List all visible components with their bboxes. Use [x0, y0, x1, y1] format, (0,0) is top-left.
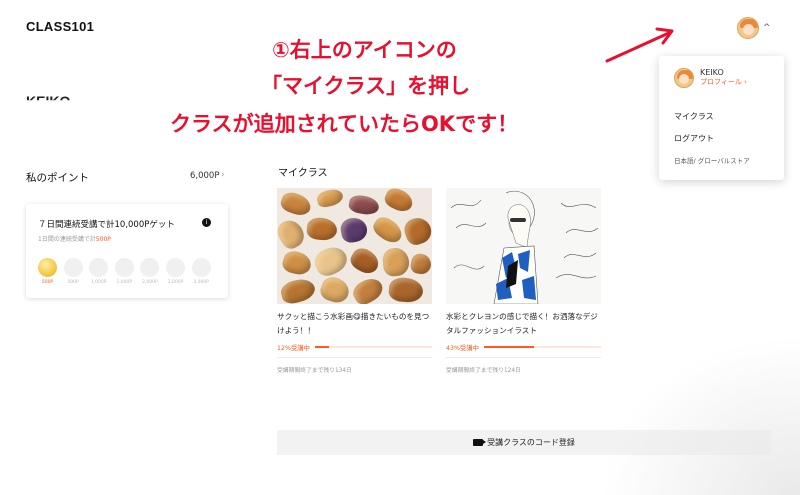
annotation-arrow-icon — [605, 27, 674, 63]
streak-day-label: 500P — [41, 280, 54, 285]
fashion-illustration — [450, 190, 599, 304]
class-name[interactable]: サクッと描こう水彩画😋描きたいものを見つけよう！！ — [277, 310, 432, 338]
streak-card-title: ７日間連続受講で計10,000Pゲット — [38, 220, 175, 230]
pastry-shape — [381, 246, 411, 278]
streak-day-circle — [114, 258, 134, 277]
pastry-shape — [349, 273, 387, 304]
pastry-shape — [277, 215, 309, 253]
profile-link[interactable]: プロフィール › — [700, 77, 747, 87]
streak-day-circle — [63, 258, 83, 277]
remaining-days: 受講期間終了まで残り134日 — [277, 368, 352, 374]
class-card[interactable]: サクッと描こう水彩画😋描きたいものを見つけよう！！ 12%受講中 受講期間終了ま… — [277, 188, 432, 374]
corner-fade — [600, 335, 800, 495]
streak-card: ７日間連続受講で計10,000Pゲット i 1日間の連続受講で計500P 500… — [26, 204, 228, 298]
pastry-shape — [409, 252, 432, 276]
annotation-line-1: ①右上のアイコンの — [272, 38, 457, 62]
pastry-shape — [317, 273, 353, 304]
streak-sub-highlight: 500P — [95, 236, 111, 243]
streak-day-label: 2,000P — [167, 280, 184, 285]
class-thumbnail-fashion[interactable] — [446, 188, 601, 304]
pastry-shape — [347, 244, 383, 278]
progress-track — [314, 346, 432, 348]
pastry-shape — [278, 189, 314, 219]
remaining-days: 受講期間終了まで残り124日 — [446, 368, 521, 374]
streak-day-circle — [89, 258, 109, 277]
class-name[interactable]: 水彩とクレヨンの感じで描く！お洒落なデジタルファッションイラスト — [446, 310, 601, 338]
streak-sub-prefix: 1日間の連続受講で計 — [38, 236, 96, 243]
dropdown-avatar — [674, 68, 694, 88]
pastry-shape — [280, 248, 314, 278]
annotation-line-2: 「マイクラス」を押し — [261, 74, 471, 98]
progress-track — [483, 346, 601, 348]
pastry-shape — [369, 213, 407, 247]
streak-day-label: 2,000P — [142, 280, 158, 285]
info-icon[interactable]: i — [202, 218, 211, 227]
class-progress: 43%受講中 — [446, 342, 601, 352]
progress-label: 12%受講中 — [277, 344, 310, 352]
avatar[interactable] — [737, 17, 759, 39]
streak-day-label: 1,000P — [116, 280, 133, 285]
streak-day-circle — [166, 258, 185, 277]
chevron-up-icon[interactable]: ^ — [763, 23, 771, 33]
progress-fill — [483, 346, 535, 348]
pastry-shape — [401, 214, 432, 248]
annotation-line-3: クラスが追加されていたらOKです！ — [170, 112, 519, 136]
avatar-face — [743, 24, 754, 35]
register-class-code-label: 受講クラスのコード登録 — [487, 438, 575, 447]
streak-day-circle — [38, 258, 57, 277]
pastry-shape — [306, 216, 338, 242]
pastry-shape — [347, 193, 381, 217]
menu-item-logout[interactable]: ログアウト — [674, 133, 714, 144]
streak-day-label: 1,000P — [90, 280, 107, 285]
divider — [277, 357, 432, 358]
pastry-shape — [382, 188, 416, 215]
streak-day-circle — [140, 258, 160, 277]
pastry-shape — [278, 275, 318, 304]
menu-item-language-store[interactable]: 日本語/ グローバルストア — [674, 155, 750, 165]
dropdown-profile-header[interactable]: KEIKO プロフィール › — [674, 68, 747, 88]
dropdown-user-name: KEIKO — [700, 69, 724, 75]
class-thumbnail-pastry[interactable] — [277, 188, 432, 304]
my-class-title: マイクラス — [278, 168, 328, 179]
register-class-code-button[interactable]: 受講クラスのコード登録 — [277, 430, 771, 455]
profile-name: KEIKO — [26, 93, 71, 109]
points-value[interactable]: 6,000P — [190, 171, 219, 181]
pastry-shape — [315, 188, 345, 210]
account-dropdown-menu: KEIKO プロフィール › マイクラス ログアウト 日本語/ グローバルストア — [659, 56, 784, 180]
streak-card-subtitle: 1日間の連続受講で計500P — [38, 234, 111, 243]
points-title: 私のポイント — [26, 172, 89, 184]
class-card[interactable]: 水彩とクレヨンの感じで描く！お洒落なデジタルファッションイラスト 43%受講中 … — [446, 188, 601, 374]
streak-day-label: 500P — [67, 280, 79, 285]
class-progress: 12%受講中 — [277, 342, 432, 352]
class101-logo[interactable]: CLASS101 — [26, 19, 94, 34]
progress-fill — [314, 346, 329, 348]
menu-item-my-class[interactable]: マイクラス — [674, 111, 714, 122]
pastry-shape — [311, 242, 351, 280]
streak-day-circle — [191, 258, 211, 277]
chevron-right-icon[interactable]: › — [221, 170, 225, 180]
avatar-face — [679, 74, 689, 84]
pastry-shape — [339, 215, 369, 245]
streak-day-label: 3,000P — [193, 280, 209, 285]
divider — [446, 357, 601, 358]
pastry-shape — [388, 276, 424, 304]
progress-label: 43%受講中 — [446, 344, 479, 352]
avatar-button[interactable]: ^ — [737, 17, 771, 39]
camera-icon — [473, 439, 487, 446]
